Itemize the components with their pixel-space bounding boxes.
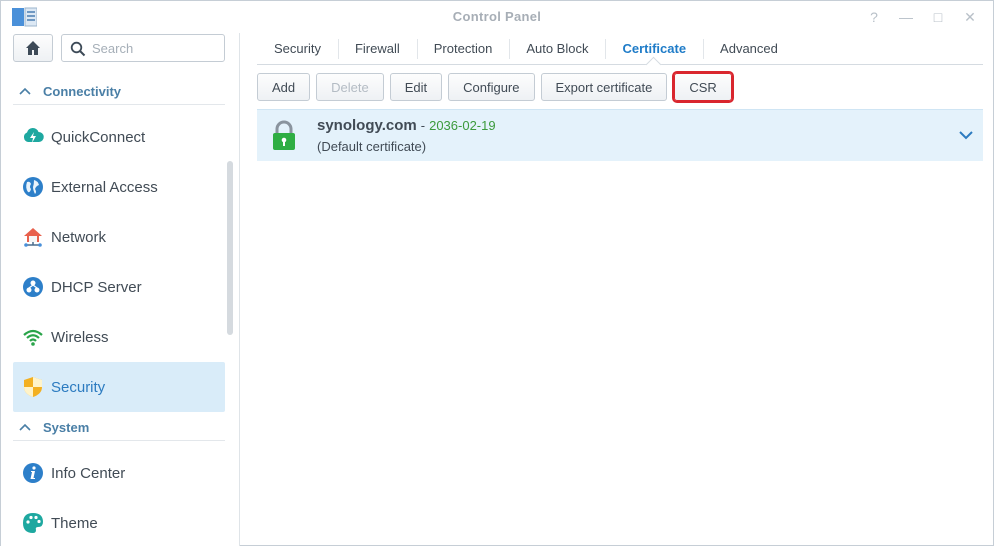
sidebar-item-dhcp-server[interactable]: DHCP Server — [13, 262, 225, 312]
sidebar: Connectivity QuickConnect External Acces… — [1, 33, 240, 546]
home-button[interactable] — [13, 34, 53, 62]
tab-protection[interactable]: Protection — [416, 33, 510, 64]
minimize-icon[interactable]: — — [895, 7, 917, 27]
search-box[interactable] — [61, 34, 225, 62]
add-button[interactable]: Add — [257, 73, 311, 101]
certificate-toolbar: Add Delete Edit Configure Export certifi… — [257, 71, 734, 103]
certificate-name: synology.com — [317, 117, 417, 134]
certificate-expiry-date: 2036-02-19 — [429, 118, 496, 133]
title-bar: Control Panel ? — □ ✕ — [1, 1, 993, 33]
tab-advanced[interactable]: Advanced — [703, 33, 795, 64]
info-icon — [21, 461, 45, 485]
chevron-up-icon — [19, 422, 37, 434]
home-icon — [26, 41, 40, 55]
lock-icon — [271, 120, 297, 155]
tab-auto-block[interactable]: Auto Block — [509, 33, 605, 64]
sidebar-item-label: Security — [51, 378, 106, 396]
sidebar-item-security[interactable]: Security — [13, 362, 225, 412]
section-label: Connectivity — [43, 84, 122, 99]
sidebar-item-network[interactable]: Network — [13, 212, 225, 262]
sidebar-item-label: QuickConnect — [51, 128, 146, 146]
sidebar-item-label: External Access — [51, 178, 158, 196]
control-panel-window: Control Panel ? — □ ✕ Connectivity — [0, 0, 994, 546]
delete-button[interactable]: Delete — [316, 73, 384, 101]
tab-firewall[interactable]: Firewall — [337, 33, 417, 64]
certificate-row[interactable]: synology.com -2036-02-19 (Default certifi… — [257, 109, 983, 161]
sidebar-item-wireless[interactable]: Wireless — [13, 312, 225, 362]
sidebar-item-theme[interactable]: Theme — [13, 498, 225, 546]
section-system[interactable]: System — [13, 415, 225, 441]
chevron-down-icon[interactable] — [959, 128, 973, 143]
sidebar-scrollbar[interactable] — [227, 161, 233, 335]
sidebar-item-label: Network — [51, 228, 107, 246]
window-title: Control Panel — [452, 9, 542, 24]
search-icon — [70, 41, 86, 57]
export-certificate-button[interactable]: Export certificate — [540, 73, 668, 101]
main-content: Security Firewall Protection Auto Block … — [241, 33, 993, 546]
sidebar-item-label: Theme — [51, 514, 98, 532]
tab-certificate[interactable]: Certificate — [605, 33, 703, 64]
sidebar-item-info-center[interactable]: Info Center — [13, 448, 225, 498]
help-icon[interactable]: ? — [863, 7, 885, 27]
sidebar-item-label: Wireless — [51, 328, 109, 346]
shield-icon — [21, 375, 45, 399]
dhcp-server-icon — [21, 275, 45, 299]
globe-icon — [21, 175, 45, 199]
chevron-up-icon — [19, 86, 37, 98]
edit-button[interactable]: Edit — [389, 73, 443, 101]
configure-button[interactable]: Configure — [448, 73, 535, 101]
certificate-name-line: synology.com -2036-02-19 — [317, 117, 496, 134]
sidebar-item-external-access[interactable]: External Access — [13, 162, 225, 212]
window-controls: ? — □ ✕ — [863, 7, 981, 27]
close-icon[interactable]: ✕ — [959, 7, 981, 27]
tab-security[interactable]: Security — [257, 33, 338, 64]
tab-bar: Security Firewall Protection Auto Block … — [257, 33, 983, 65]
section-connectivity[interactable]: Connectivity — [13, 79, 225, 105]
certificate-default-note: (Default certificate) — [317, 139, 427, 154]
certificate-separator: - — [420, 118, 426, 133]
section-label: System — [43, 420, 90, 435]
network-icon — [21, 225, 45, 249]
search-input[interactable] — [92, 39, 218, 58]
sidebar-item-quickconnect[interactable]: QuickConnect — [13, 112, 225, 162]
maximize-icon[interactable]: □ — [927, 7, 949, 27]
quickconnect-icon — [21, 125, 45, 149]
csr-button[interactable]: CSR — [672, 71, 734, 103]
wifi-icon — [21, 325, 45, 349]
sidebar-item-label: Info Center — [51, 464, 126, 482]
palette-icon — [21, 511, 45, 535]
sidebar-item-label: DHCP Server — [51, 278, 142, 296]
